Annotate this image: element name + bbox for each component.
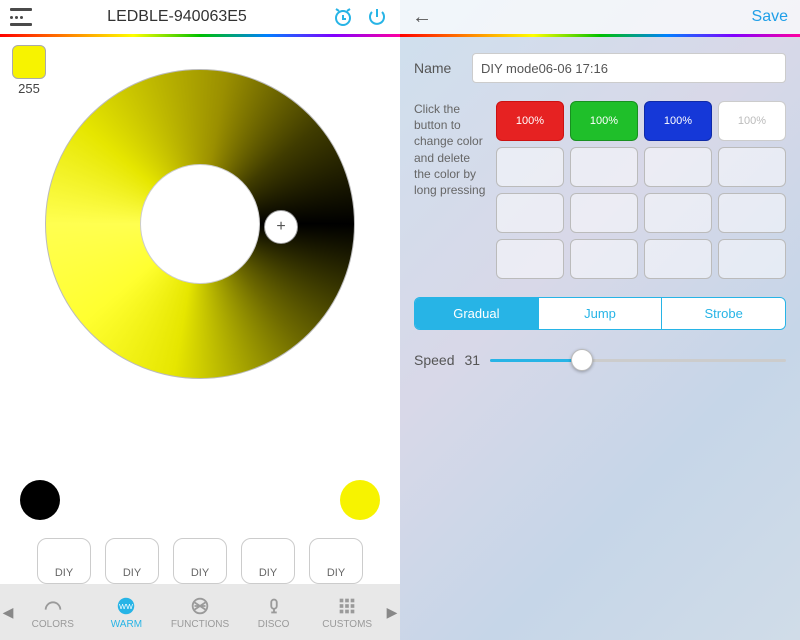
functions-icon [163, 595, 237, 617]
name-label: Name [414, 60, 462, 76]
tab-colors[interactable]: COLORS [16, 595, 90, 630]
color-cell-4[interactable] [496, 147, 564, 187]
color-wheel-hole [140, 164, 260, 284]
diy-button-0[interactable]: DIY [37, 538, 91, 584]
color-wheel[interactable]: + [45, 69, 355, 379]
color-cell-11[interactable] [718, 193, 786, 233]
customs-icon [310, 595, 384, 617]
diy-button-1[interactable]: DIY [105, 538, 159, 584]
tab-disco[interactable]: DISCO [237, 595, 311, 630]
diy-button-3[interactable]: DIY [241, 538, 295, 584]
color-cell-3[interactable]: 100% [718, 101, 786, 141]
device-title: LEDBLE-940063E5 [32, 8, 322, 26]
color-cell-13[interactable] [570, 239, 638, 279]
alarm-icon[interactable] [330, 4, 356, 30]
color-cell-2[interactable]: 100% [644, 101, 712, 141]
color-cell-9[interactable] [570, 193, 638, 233]
color-cell-5[interactable] [570, 147, 638, 187]
color-cell-6[interactable] [644, 147, 712, 187]
wheel-cursor[interactable]: + [264, 210, 298, 244]
color-cell-8[interactable] [496, 193, 564, 233]
mode-strobe[interactable]: Strobe [661, 298, 785, 329]
speed-value: 31 [464, 352, 480, 368]
back-arrow-icon[interactable]: ← [412, 6, 432, 29]
color-cell-12[interactable] [496, 239, 564, 279]
tab-warm[interactable]: WWWARM [90, 595, 164, 630]
disco-icon [237, 595, 311, 617]
color-cell-7[interactable] [718, 147, 786, 187]
diy-button-4[interactable]: DIY [309, 538, 363, 584]
menu-icon[interactable] [10, 8, 32, 26]
warm-icon: WW [90, 595, 164, 617]
mode-jump[interactable]: Jump [538, 298, 662, 329]
speed-slider[interactable] [490, 348, 786, 372]
color-cell-15[interactable] [718, 239, 786, 279]
colors-icon [16, 595, 90, 617]
endpoint-yellow[interactable] [340, 480, 380, 520]
tab-functions[interactable]: FUNCTIONS [163, 595, 237, 630]
mode-gradual[interactable]: Gradual [415, 298, 538, 329]
color-cell-10[interactable] [644, 193, 712, 233]
speed-label: Speed [414, 352, 454, 368]
name-input[interactable] [472, 53, 786, 83]
svg-text:WW: WW [119, 601, 133, 610]
endpoint-black[interactable] [20, 480, 60, 520]
current-color-swatch [12, 45, 46, 79]
diy-button-2[interactable]: DIY [173, 538, 227, 584]
color-cell-1[interactable]: 100% [570, 101, 638, 141]
grid-help-text: Click the button to change color and del… [414, 101, 486, 279]
tab-next-arrow[interactable]: ▶ [384, 604, 400, 621]
tab-prev-arrow[interactable]: ◀ [0, 604, 16, 621]
tab-customs[interactable]: CUSTOMS [310, 595, 384, 630]
color-cell-0[interactable]: 100% [496, 101, 564, 141]
power-icon[interactable] [364, 4, 390, 30]
color-cell-14[interactable] [644, 239, 712, 279]
current-color-value: 255 [12, 81, 46, 96]
save-button[interactable]: Save [752, 8, 788, 26]
